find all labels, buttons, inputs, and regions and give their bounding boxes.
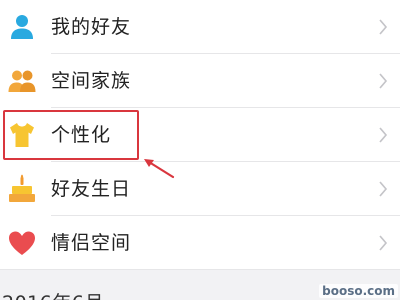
- menu-item-my-friends[interactable]: 我的好友: [0, 0, 400, 54]
- heart-icon: [7, 228, 37, 258]
- menu-item-couple-space[interactable]: 情侣空间: [0, 216, 400, 270]
- chevron-right-icon: [378, 127, 388, 143]
- chevron-right-icon: [378, 181, 388, 197]
- chevron-right-icon: [378, 235, 388, 251]
- menu-item-friend-birthday[interactable]: 好友生日: [0, 162, 400, 216]
- menu-item-label: 空间家族: [51, 70, 132, 92]
- divider: [0, 269, 400, 270]
- menu-item-label: 我的好友: [51, 16, 132, 38]
- menu-item-space-family[interactable]: 空间家族: [0, 54, 400, 108]
- annotation-arrow-icon: [144, 159, 175, 179]
- chevron-right-icon: [378, 73, 388, 89]
- watermark: booso.com: [319, 284, 398, 298]
- section-header-date: 2016年6月: [2, 288, 104, 300]
- family-icon: [7, 66, 37, 96]
- highlight-annotation-box: [3, 110, 139, 160]
- birthday-cake-icon: [7, 174, 37, 204]
- friend-icon: [7, 12, 37, 42]
- chevron-right-icon: [378, 19, 388, 35]
- menu-item-label: 好友生日: [51, 178, 132, 200]
- menu-item-label: 情侣空间: [51, 232, 132, 254]
